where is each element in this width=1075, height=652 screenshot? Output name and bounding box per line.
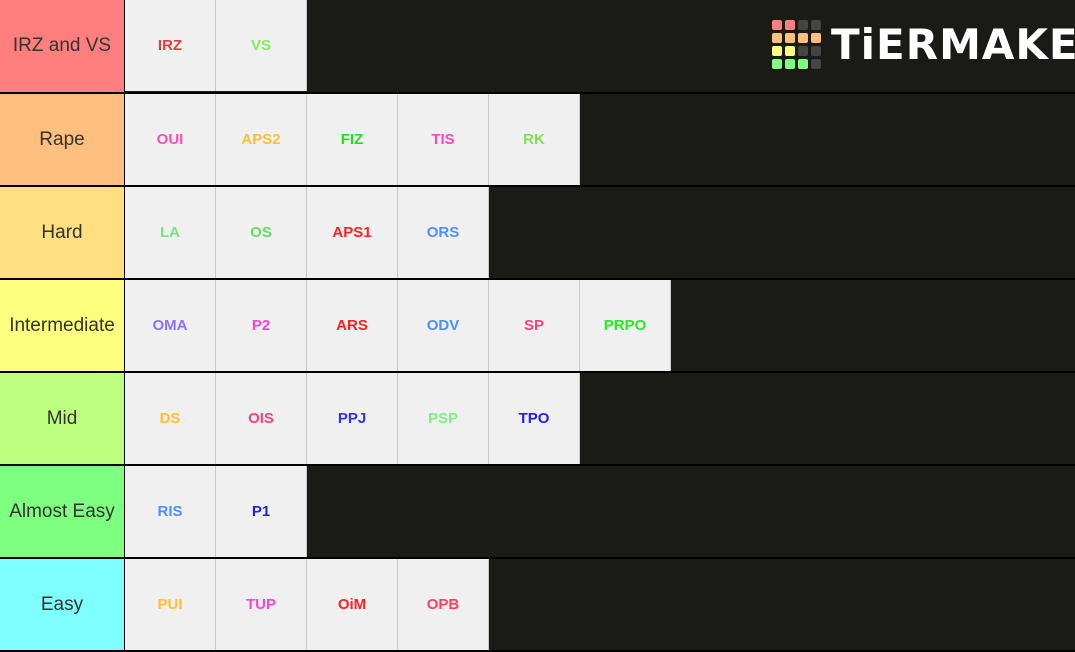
tier-row: Mid DS OIS PPJ PSP TPO [0, 373, 1075, 466]
tier-items: LA OS APS1 ORS [125, 187, 489, 278]
logo-square [785, 59, 795, 69]
logo-square [785, 20, 795, 30]
tier-item[interactable]: PRPO [580, 280, 671, 371]
tier-items: OMA P2 ARS ODV SP PRPO [125, 280, 671, 371]
tier-items: OUI APS2 FIZ TIS RK [125, 94, 580, 185]
tier-item[interactable]: FIZ [307, 94, 398, 185]
logo-square [785, 46, 795, 56]
tier-label[interactable]: IRZ and VS [0, 0, 125, 92]
tier-item[interactable]: P1 [216, 466, 307, 557]
logo-square [798, 20, 808, 30]
tier-item[interactable]: VS [216, 0, 307, 91]
tier-item[interactable]: TPO [489, 373, 580, 464]
tier-items: PUI TUP OiM OPB [125, 559, 489, 650]
tier-item[interactable]: ODV [398, 280, 489, 371]
tier-item[interactable]: OMA [125, 280, 216, 371]
tier-row: Intermediate OMA P2 ARS ODV SP PRPO [0, 280, 1075, 373]
tier-item[interactable]: OIS [216, 373, 307, 464]
tier-item[interactable]: APS2 [216, 94, 307, 185]
tier-item[interactable]: ARS [307, 280, 398, 371]
tier-item[interactable]: OiM [307, 559, 398, 650]
tier-item[interactable]: SP [489, 280, 580, 371]
logo-square [772, 59, 782, 69]
logo-text: TiERMAKER [831, 20, 1075, 69]
tier-item[interactable]: OPB [398, 559, 489, 650]
tier-row: Easy PUI TUP OiM OPB [0, 559, 1075, 652]
logo-square [772, 20, 782, 30]
tier-item[interactable]: APS1 [307, 187, 398, 278]
tier-label[interactable]: Hard [0, 187, 125, 278]
tier-item[interactable]: OUI [125, 94, 216, 185]
logo-square [798, 46, 808, 56]
tier-item[interactable]: TIS [398, 94, 489, 185]
tier-row: Rape OUI APS2 FIZ TIS RK [0, 94, 1075, 187]
tier-label[interactable]: Rape [0, 94, 125, 185]
tier-label[interactable]: Easy [0, 559, 125, 650]
tier-item[interactable]: IRZ [125, 0, 216, 91]
tier-item[interactable]: PSP [398, 373, 489, 464]
tier-label[interactable]: Mid [0, 373, 125, 464]
tier-items: DS OIS PPJ PSP TPO [125, 373, 580, 464]
tier-label[interactable]: Intermediate [0, 280, 125, 371]
tier-list: IRZ and VS IRZ VS Rape OUI APS2 FIZ TIS RK Hard LA… [0, 0, 1075, 652]
tier-item[interactable]: PUI [125, 559, 216, 650]
logo-square [811, 46, 821, 56]
tier-item[interactable]: P2 [216, 280, 307, 371]
logo-square [798, 59, 808, 69]
logo-grid-icon [772, 20, 821, 69]
logo-square [798, 33, 808, 43]
tier-item[interactable]: ORS [398, 187, 489, 278]
tier-row: Hard LA OS APS1 ORS [0, 187, 1075, 280]
logo-square [811, 20, 821, 30]
tier-item[interactable]: OS [216, 187, 307, 278]
tier-items: IRZ VS [125, 0, 307, 92]
tier-item[interactable]: PPJ [307, 373, 398, 464]
logo-square [772, 33, 782, 43]
logo-square [811, 33, 821, 43]
tiermaker-logo: TiERMAKER [772, 20, 1075, 69]
logo-square [811, 59, 821, 69]
tier-items: RIS P1 [125, 466, 307, 557]
tier-item[interactable]: TUP [216, 559, 307, 650]
tier-row: Almost Easy RIS P1 [0, 466, 1075, 559]
tier-label[interactable]: Almost Easy [0, 466, 125, 557]
tier-item[interactable]: DS [125, 373, 216, 464]
tier-item[interactable]: RIS [125, 466, 216, 557]
tier-item[interactable]: RK [489, 94, 580, 185]
logo-square [772, 46, 782, 56]
logo-square [785, 33, 795, 43]
tier-item[interactable]: LA [125, 187, 216, 278]
